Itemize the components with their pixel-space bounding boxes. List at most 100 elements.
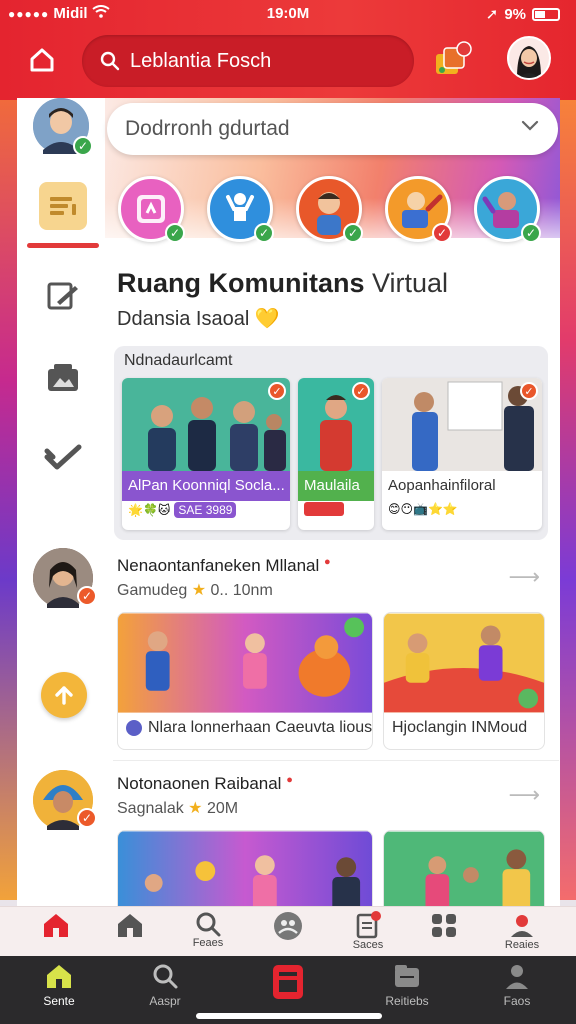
nav-groups[interactable]	[414, 911, 474, 955]
page-title: Ruang Komunitans Virtual	[117, 268, 448, 299]
grid-apps-icon	[432, 914, 456, 937]
reaction-icons: 😊😶📺⭐⭐	[388, 502, 458, 516]
post-author-avatar[interactable]: ✓	[33, 770, 97, 830]
tab-create[interactable]	[253, 962, 323, 1018]
rail-item-feed[interactable]	[33, 176, 93, 236]
chevron-down-icon	[521, 120, 539, 131]
rail-item-gallery[interactable]	[33, 348, 93, 408]
featured-footer: 😊😶📺⭐⭐	[388, 502, 458, 516]
post-author-avatar[interactable]: ✓	[33, 548, 97, 608]
profile-avatar[interactable]	[507, 36, 551, 80]
media-caption-text: Hjoclangin INMoud	[392, 719, 528, 736]
rail-item-edit[interactable]	[33, 266, 93, 326]
folder-icon	[395, 965, 419, 987]
featured-caption: Maulaila	[298, 471, 374, 501]
post-title: Notonaonen Raibanal ●	[117, 774, 293, 794]
post-arrow-icon[interactable]: ⟶	[508, 782, 540, 808]
home-button[interactable]	[22, 40, 62, 80]
search-icon	[153, 964, 178, 989]
tab-search[interactable]: Aaspr	[130, 962, 200, 1018]
search-icon	[196, 912, 221, 937]
story-item[interactable]: ✓	[118, 176, 185, 243]
post-meta: Sagnalak ★ 20M	[117, 798, 238, 818]
tab-library[interactable]: Reitiebs	[372, 962, 442, 1018]
people-circle-icon	[274, 912, 302, 940]
post-meta: Gamudeg ★ 0.. 10nm	[117, 580, 273, 600]
media-caption: Nlara lonnerhaan Caeuvta lious	[126, 719, 372, 737]
star-icon: ★	[191, 582, 207, 599]
community-selector[interactable]: Dodrronh gdurtad	[107, 103, 558, 155]
featured-badge-icon: ✓	[352, 382, 370, 400]
verified-check-icon: ✓	[165, 223, 185, 243]
tab-label: Aaspr	[149, 994, 181, 1008]
kids-dancing-image	[118, 613, 372, 713]
tab-label: Sente	[43, 994, 75, 1008]
location-arrow-icon: ➚	[485, 6, 499, 23]
post-media-card[interactable]	[117, 830, 373, 908]
house-icon	[118, 914, 142, 937]
post-media-card[interactable]: Nlara lonnerhaan Caeuvta lious	[117, 612, 373, 750]
upload-button[interactable]	[41, 672, 87, 718]
nav-community[interactable]	[258, 911, 318, 955]
app-header: ●●●●● Midil 19:0M ➚ 9% Leblantia Fosch	[0, 0, 576, 100]
media-caption: Hjoclangin INMoud	[392, 719, 527, 737]
battery-percent: 9%	[504, 5, 526, 23]
featured-panel: Ndnadaurlcamt ✓ AlPan Koonniql Socla... …	[114, 346, 548, 540]
nav-search[interactable]: Feaes	[178, 911, 238, 955]
story-item[interactable]: ✓	[385, 176, 452, 243]
featured-caption: Aopanhainfiloral	[388, 477, 496, 494]
search-bar[interactable]: Leblantia Fosch	[82, 35, 414, 87]
nav-label: Reaies	[504, 939, 540, 951]
verified-check-icon: ✓	[521, 223, 541, 243]
post-meta-right: 20M	[206, 800, 239, 817]
story-item[interactable]: ✓	[296, 176, 363, 243]
star-icon: ★	[188, 800, 203, 817]
featured-label: Ndnadaurlcamt	[124, 352, 233, 369]
classroom-image	[382, 378, 542, 471]
post-title-text: Notonaonen Raibanal	[117, 774, 282, 793]
home-indicator[interactable]	[196, 1013, 382, 1019]
nav-house[interactable]	[100, 911, 160, 955]
rail-active-indicator	[27, 243, 99, 248]
nav-label: Feaes	[192, 937, 224, 949]
nav-home-active[interactable]	[26, 911, 86, 955]
verified-check-icon: ✓	[343, 223, 363, 243]
featured-badge-icon: ✓	[268, 382, 286, 400]
post-arrow-icon[interactable]: ⟶	[508, 564, 540, 590]
verified-check-icon: ✓	[73, 136, 93, 156]
featured-card[interactable]: ✓ AlPan Koonniql Socla... 🌟🍀🐱 SAE 3989	[122, 378, 290, 530]
secondary-nav: Feaes Saces Reaies	[0, 906, 576, 956]
notifications-button[interactable]	[432, 40, 476, 82]
nav-label: Saces	[352, 939, 384, 951]
tab-home[interactable]: Sente	[24, 962, 94, 1018]
edit-square-icon	[47, 282, 78, 310]
featured-footer	[304, 502, 344, 516]
feed-lines-icon	[50, 197, 76, 215]
live-dot-icon: ●	[286, 774, 293, 786]
tab-label: Reitiebs	[385, 994, 429, 1008]
featured-badge-icon: ✓	[520, 382, 538, 400]
story-item[interactable]: ✓	[207, 176, 274, 243]
post-meta-left: Gamudeg	[117, 582, 188, 599]
verified-check-icon: ✓	[77, 586, 97, 606]
tab-profile[interactable]: Faos	[482, 962, 552, 1018]
home-filled-icon	[47, 965, 71, 988]
story-item[interactable]: ✓	[474, 176, 541, 243]
post-media-card[interactable]	[383, 830, 545, 908]
search-text: Leblantia Fosch	[130, 49, 272, 72]
user-profile-icon	[511, 915, 533, 937]
rail-item-approved[interactable]	[33, 428, 93, 488]
create-post-icon	[273, 965, 303, 999]
status-bar: ●●●●● Midil 19:0M ➚ 9%	[0, 4, 576, 26]
post-media-card[interactable]: Hjoclangin INMoud	[383, 612, 545, 750]
page-title-light: Virtual	[372, 268, 449, 298]
user-avatar[interactable]: ✓	[33, 98, 93, 156]
kids-group-image	[384, 831, 544, 908]
nav-saved[interactable]: Saces	[338, 911, 398, 955]
featured-card[interactable]: ✓ Aopanhainfiloral 😊😶📺⭐⭐	[382, 378, 542, 530]
nav-profile[interactable]: Reaies	[492, 911, 552, 955]
verified-check-icon: ✓	[77, 808, 97, 828]
featured-tag: SAE 3989	[174, 502, 237, 518]
featured-card[interactable]: ✓ Maulaila	[298, 378, 374, 530]
search-icon	[100, 51, 120, 71]
